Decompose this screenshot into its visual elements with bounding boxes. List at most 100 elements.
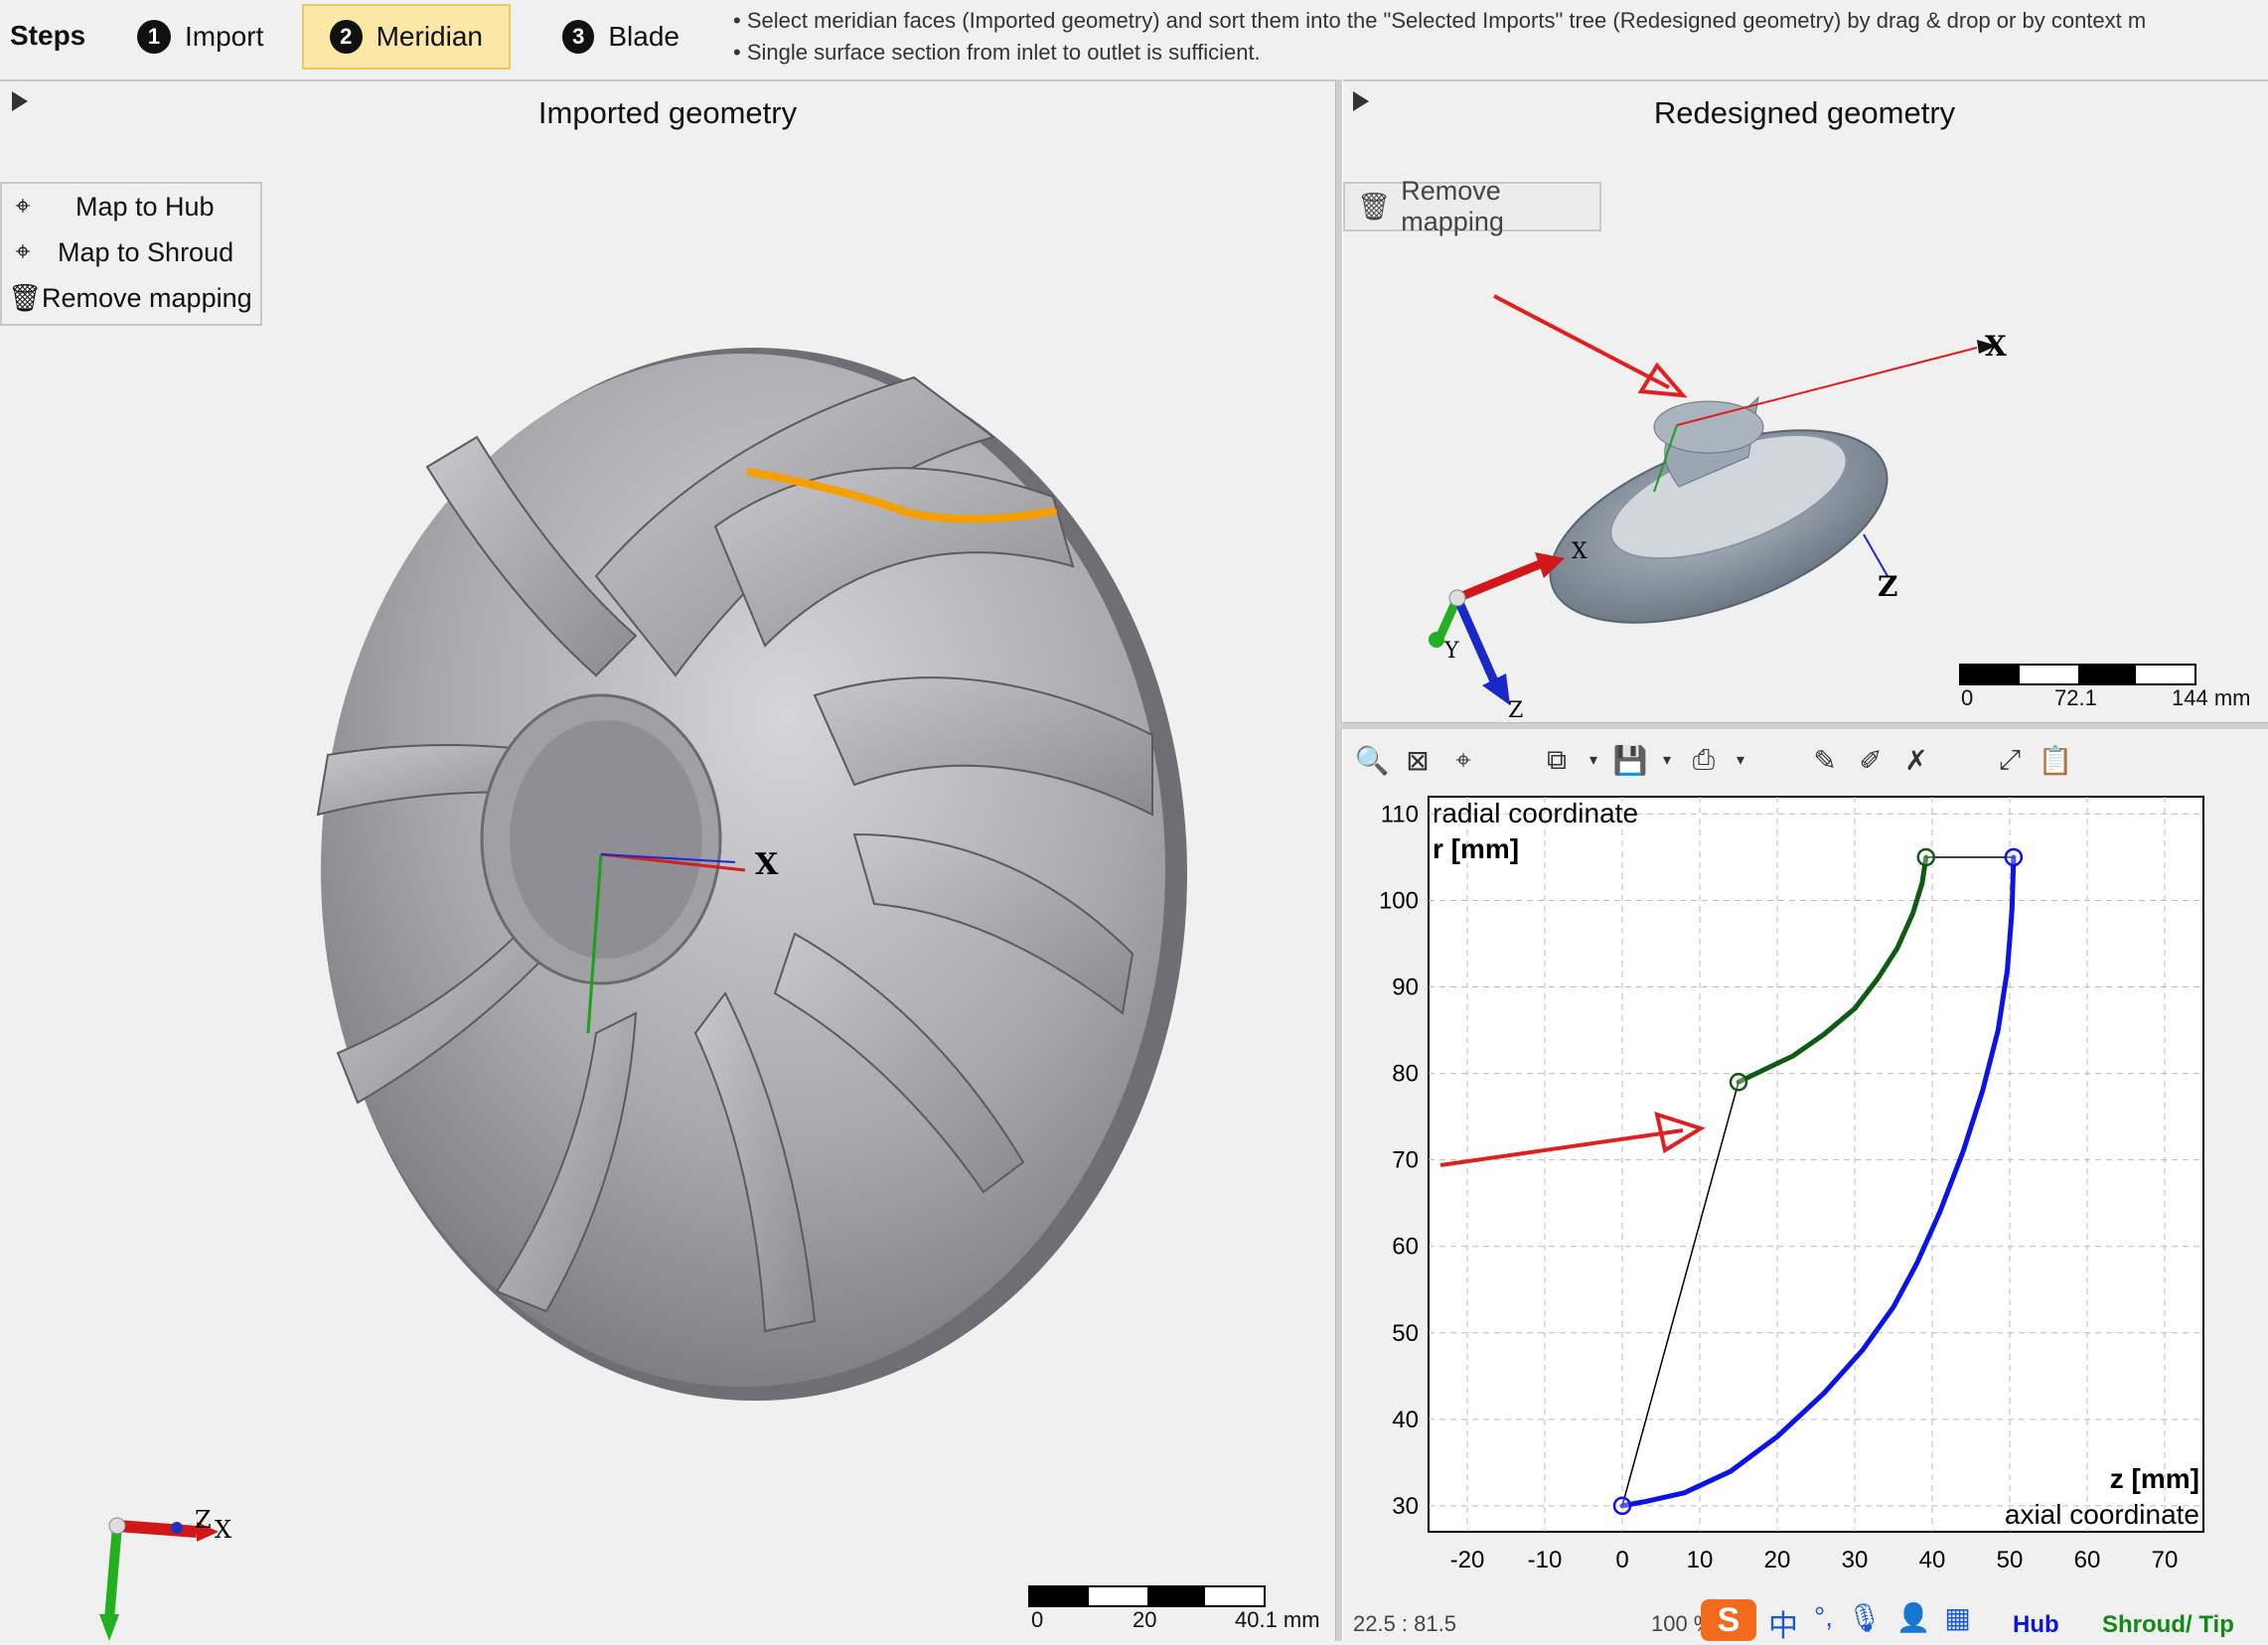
punctuation-icon[interactable]: °, xyxy=(1814,1601,1833,1634)
map-to-shroud-item[interactable]: ⌖ Map to Shroud xyxy=(2,229,260,275)
step-meridian[interactable]: 2 Meridian xyxy=(302,4,511,70)
map-to-hub-item[interactable]: ⌖ Map to Hub xyxy=(2,184,260,229)
x-tick-label: 70 xyxy=(2152,1547,2179,1573)
redesigned-3d-view[interactable]: X Z X Y Z xyxy=(1421,288,2116,725)
print-icon[interactable]: ⎙ xyxy=(1685,741,1723,779)
redesigned-hub-shape xyxy=(1549,395,1889,624)
x-tick-label: 60 xyxy=(2074,1547,2101,1573)
grid-menu-icon[interactable]: ▦ xyxy=(1944,1601,1970,1634)
y-tick-label: 50 xyxy=(1392,1320,1419,1347)
y-tick-label: 70 xyxy=(1392,1147,1419,1174)
ime-logo-icon[interactable]: S xyxy=(1701,1599,1756,1641)
user-icon[interactable]: 👤 xyxy=(1896,1601,1931,1634)
scale-bar-right xyxy=(1959,664,2196,685)
crosshair-icon: ⌖ xyxy=(15,191,31,221)
chart-toolbar: 🔍 ⊠ ⌖ ⧉ ▾ 💾 ▾ ⎙ ▾ ✎ ✐ ✗ ⤢ 📋 xyxy=(1353,740,2247,780)
imported-geometry-title: Imported geometry xyxy=(537,95,798,130)
chevron-down-icon[interactable]: ▾ xyxy=(1731,741,1750,779)
x-tick-label: 0 xyxy=(1615,1547,1628,1573)
redesigned-geometry-title: Redesigned geometry xyxy=(1653,95,1956,130)
y-tick-label: 40 xyxy=(1392,1407,1419,1433)
trash-icon: 🗑 xyxy=(8,283,43,313)
hint-line-1: • Select meridian faces (Imported geomet… xyxy=(733,8,2147,33)
y-tick-label: 80 xyxy=(1392,1061,1419,1088)
x-tick-label: -20 xyxy=(1450,1547,1485,1573)
hint-line-2: • Single surface section from inlet to o… xyxy=(733,40,1261,65)
triad-z-label: Z xyxy=(195,1506,212,1534)
menu-item-label: Map to Shroud xyxy=(58,236,234,267)
annotation-arrow-top xyxy=(1493,294,1688,398)
y-axis-label-line1: radial coordinate xyxy=(1433,798,1638,828)
chevron-down-icon[interactable]: ▾ xyxy=(1657,741,1677,779)
menu-item-label: Map to Hub xyxy=(76,191,215,222)
scale-tick-max: 40.1 mm xyxy=(1235,1607,1320,1632)
step-label: Blade xyxy=(608,21,680,52)
steps-bar: Steps 1 Import 2 Meridian 3 Blade • Sele… xyxy=(0,0,2268,81)
chevron-down-icon[interactable]: ▾ xyxy=(1584,741,1603,779)
x-axis-label-line2: axial coordinate xyxy=(2005,1499,2199,1530)
x-tick-label: -10 xyxy=(1528,1547,1563,1573)
shape-z-label: Z xyxy=(1878,570,1897,603)
scale-axes-icon[interactable]: ⤢ xyxy=(1991,741,2029,779)
steps-label: Steps xyxy=(10,20,86,51)
x-tick-label: 10 xyxy=(1687,1547,1714,1573)
copy-icon[interactable]: ⧉ xyxy=(1538,741,1576,779)
clear-edit-icon[interactable]: ✗ xyxy=(1897,741,1935,779)
save-icon[interactable]: 💾 xyxy=(1611,741,1649,779)
cursor-coordinates: 22.5 : 81.5 xyxy=(1353,1611,1456,1636)
crosshair-icon: ⌖ xyxy=(15,236,31,266)
control-point-marker xyxy=(1729,1073,1748,1092)
x-tick-label: 20 xyxy=(1764,1547,1791,1573)
hub-bore xyxy=(480,693,722,985)
edit-points-icon[interactable]: ✐ xyxy=(1852,741,1890,779)
triad-z-label: Z xyxy=(1508,698,1523,723)
zoom-icon[interactable]: 🔍 xyxy=(1353,741,1391,779)
clipboard-check-icon[interactable]: 📋 xyxy=(2037,741,2074,779)
fit-view-icon[interactable]: ⊠ xyxy=(1399,741,1436,779)
x-tick-label: 40 xyxy=(1919,1547,1946,1573)
step-blade[interactable]: 3 Blade xyxy=(536,4,705,70)
y-tick-label: 100 xyxy=(1379,887,1419,914)
impeller-3d-view[interactable]: X xyxy=(298,318,1192,1421)
meridian-chart[interactable]: -20 -10 0 10 20 30 40 50 60 70 30 40 50 60 70 80 90 100 11… xyxy=(1341,785,2268,1599)
scale-tick-mid: 72.1 xyxy=(2054,685,2097,710)
y-axis-label-line2: r [mm] xyxy=(1433,833,1519,864)
y-tick-label: 90 xyxy=(1392,974,1419,1001)
shape-x-label: X xyxy=(1985,330,2007,363)
y-tick-label: 60 xyxy=(1392,1234,1419,1261)
step-label: Meridian xyxy=(376,21,483,52)
x-axis-label-line1: z [mm] xyxy=(2110,1463,2199,1494)
triad-y-label: Y xyxy=(1443,639,1459,664)
scale-tick-max: 144 mm xyxy=(2172,685,2251,710)
trash-icon: 🗑 xyxy=(1357,192,1392,222)
x-axis-label: X xyxy=(755,847,779,882)
x-tick-label: 30 xyxy=(1842,1547,1869,1573)
step-number-1: 1 xyxy=(137,20,171,54)
scale-bar-left xyxy=(1028,1585,1266,1607)
remove-mapping-label: Remove mapping xyxy=(1401,176,1504,236)
y-tick-label: 30 xyxy=(1392,1493,1419,1520)
control-point-marker xyxy=(1916,847,1936,867)
menu-item-label: Remove mapping xyxy=(42,282,252,313)
control-point-marker xyxy=(2004,847,2024,867)
step-import[interactable]: 1 Import xyxy=(111,4,295,70)
control-point-marker xyxy=(1612,1496,1632,1516)
remove-mapping-item[interactable]: 🗑 Remove mapping xyxy=(2,275,260,321)
remove-mapping-button[interactable]: 🗑 Remove mapping xyxy=(1343,176,1601,236)
orientation-triad-left: Z X xyxy=(99,1506,231,1641)
triad-x-label: X xyxy=(215,1516,231,1544)
y-tick-label: 110 xyxy=(1381,801,1419,827)
triad-x-label: X xyxy=(1572,539,1588,564)
step-label: Import xyxy=(185,21,264,52)
step-number-3: 3 xyxy=(562,20,595,54)
scale-tick-0: 0 xyxy=(1031,1607,1044,1632)
legend-hub: Hub xyxy=(2013,1611,2059,1638)
x-tick-label: 50 xyxy=(1997,1547,2024,1573)
edit-curve-icon[interactable]: ✎ xyxy=(1806,741,1844,779)
ime-chinese-mode[interactable]: 中 xyxy=(1768,1601,1798,1645)
ime-toolbar: °, 🎙 👤 ▦ xyxy=(1814,1601,1971,1634)
microphone-icon[interactable]: 🎙 xyxy=(1847,1601,1883,1634)
legend-shroud-tip: Shroud/ Tip xyxy=(2102,1611,2234,1638)
scale-tick-20: 20 xyxy=(1133,1607,1157,1632)
crosshair-icon[interactable]: ⌖ xyxy=(1444,741,1482,779)
